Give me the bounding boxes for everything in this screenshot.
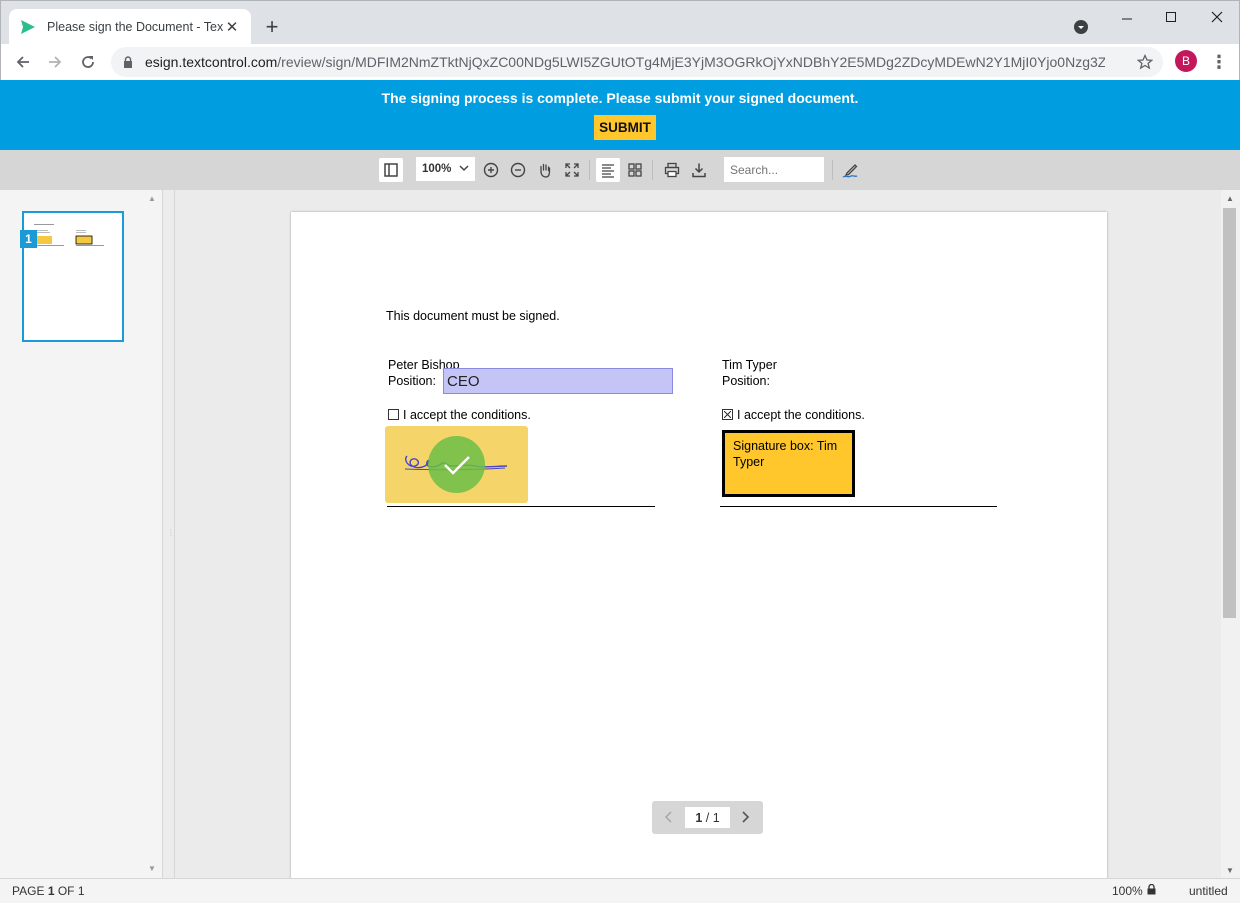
signature-pen-icon[interactable] bbox=[838, 158, 862, 182]
signed-signature-box[interactable] bbox=[385, 426, 528, 503]
current-page: 1 bbox=[695, 810, 703, 825]
send-favicon-icon bbox=[19, 18, 37, 36]
total-pages: 1 bbox=[712, 810, 720, 825]
bookmark-star-icon[interactable] bbox=[1133, 50, 1157, 74]
single-page-view-icon[interactable] bbox=[596, 158, 620, 182]
zoom-select[interactable]: 100% bbox=[416, 157, 475, 181]
submit-button[interactable]: SUBMIT bbox=[594, 115, 656, 140]
zoom-value: 100% bbox=[422, 163, 452, 175]
document-name: untitled bbox=[1189, 884, 1228, 898]
page-indicator[interactable]: 1 / 1 bbox=[685, 807, 730, 828]
position-field[interactable]: CEO bbox=[443, 368, 673, 394]
close-tab-icon[interactable]: ✕ bbox=[223, 18, 241, 36]
status-bar: PAGE 1 OF 1 100% untitled bbox=[0, 878, 1240, 903]
banner-message: The signing process is complete. Please … bbox=[381, 90, 859, 106]
scroll-up-arrow-icon[interactable]: ▲ bbox=[1226, 194, 1234, 203]
minimize-window-button[interactable] bbox=[1107, 5, 1147, 29]
left-signature-line bbox=[387, 506, 655, 507]
zoom-status: 100% bbox=[1112, 883, 1156, 898]
right-signer-name: Tim Typer bbox=[722, 358, 777, 372]
search-input[interactable] bbox=[724, 157, 824, 182]
sidebar-splitter[interactable]: ⋮ bbox=[162, 190, 175, 878]
document-page: This document must be signed. Peter Bish… bbox=[291, 212, 1107, 878]
right-signature-line bbox=[720, 506, 997, 507]
right-accept-label: I accept the conditions. bbox=[737, 408, 865, 422]
signature-box[interactable]: Signature box: Tim Typer bbox=[722, 430, 855, 497]
left-position-label: Position: bbox=[388, 374, 436, 388]
reload-icon[interactable] bbox=[74, 48, 102, 76]
maximize-window-button[interactable] bbox=[1151, 5, 1191, 29]
forward-arrow-icon[interactable] bbox=[41, 48, 69, 76]
intro-text: This document must be signed. bbox=[386, 309, 560, 323]
thumbnail-sidebar: ▲ 1 ▼ bbox=[0, 190, 162, 878]
toggle-sidebar-icon[interactable] bbox=[379, 158, 403, 182]
browser-tab[interactable]: Please sign the Document - Text ✕ bbox=[9, 9, 251, 45]
toolbar-divider bbox=[652, 160, 653, 180]
browser-toolbar: esign.textcontrol.com/review/sign/MDFIM2… bbox=[0, 44, 1240, 80]
toolbar-divider bbox=[832, 160, 833, 180]
page-thumbnail[interactable] bbox=[22, 211, 124, 342]
chevron-down-icon bbox=[459, 161, 469, 178]
zoom-out-icon[interactable] bbox=[506, 158, 530, 182]
download-icon[interactable] bbox=[687, 158, 711, 182]
url-path: /review/sign/MDFIM2NmZTktNjQxZC00NDg5LWI… bbox=[277, 54, 1105, 70]
page-status: PAGE 1 OF 1 bbox=[12, 884, 85, 898]
signed-checkmark-icon bbox=[428, 436, 485, 493]
address-bar[interactable]: esign.textcontrol.com/review/sign/MDFIM2… bbox=[111, 47, 1163, 77]
page-separator: / bbox=[705, 810, 710, 825]
left-accept-label: I accept the conditions. bbox=[403, 408, 531, 422]
zoom-status-value: 100% bbox=[1112, 884, 1143, 898]
page-navigator: 1 / 1 bbox=[652, 801, 763, 834]
scroll-down-arrow-icon[interactable]: ▼ bbox=[148, 864, 156, 873]
lock-icon bbox=[123, 56, 137, 68]
lock-icon bbox=[1147, 883, 1156, 898]
right-accept-checkbox[interactable] bbox=[722, 409, 733, 420]
back-arrow-icon[interactable] bbox=[9, 48, 37, 76]
fit-page-icon[interactable] bbox=[560, 158, 584, 182]
profile-menu-icon[interactable] bbox=[1061, 15, 1101, 39]
browser-tab-strip: Please sign the Document - Text ✕ + bbox=[0, 0, 1240, 45]
grid-view-icon[interactable] bbox=[623, 158, 647, 182]
page-of: OF bbox=[57, 884, 75, 898]
drag-handle-icon[interactable]: ⋮ bbox=[167, 528, 175, 537]
scrollbar-thumb[interactable] bbox=[1223, 208, 1236, 618]
next-page-icon[interactable] bbox=[736, 808, 754, 826]
scroll-up-arrow-icon[interactable]: ▲ bbox=[148, 194, 156, 203]
page-total: 1 bbox=[77, 884, 85, 898]
page-current: 1 bbox=[47, 884, 55, 898]
scroll-down-arrow-icon[interactable]: ▼ bbox=[1226, 866, 1234, 875]
zoom-in-icon[interactable] bbox=[479, 158, 503, 182]
new-tab-button[interactable]: + bbox=[260, 14, 284, 39]
tab-title: Please sign the Document - Text bbox=[47, 20, 223, 34]
viewer-toolbar: 100% bbox=[0, 150, 1240, 190]
document-area: This document must be signed. Peter Bish… bbox=[175, 190, 1221, 878]
right-position-label: Position: bbox=[722, 374, 770, 388]
page-prefix: PAGE bbox=[12, 884, 45, 898]
signing-complete-banner: The signing process is complete. Please … bbox=[0, 80, 1240, 150]
thumbnail-page-number: 1 bbox=[20, 230, 37, 248]
previous-page-icon[interactable] bbox=[660, 808, 678, 826]
toolbar-divider bbox=[589, 160, 590, 180]
profile-avatar[interactable]: B bbox=[1175, 50, 1197, 72]
url-text: esign.textcontrol.com/review/sign/MDFIM2… bbox=[145, 54, 1105, 70]
url-domain: esign.textcontrol.com bbox=[145, 54, 278, 70]
browser-menu-icon[interactable]: ⋮ bbox=[1209, 50, 1229, 74]
left-accept-checkbox[interactable] bbox=[388, 409, 399, 420]
vertical-scrollbar[interactable]: ▲ ▼ bbox=[1221, 190, 1240, 878]
print-icon[interactable] bbox=[660, 158, 684, 182]
pan-hand-icon[interactable] bbox=[533, 158, 557, 182]
close-window-button[interactable] bbox=[1197, 5, 1237, 29]
